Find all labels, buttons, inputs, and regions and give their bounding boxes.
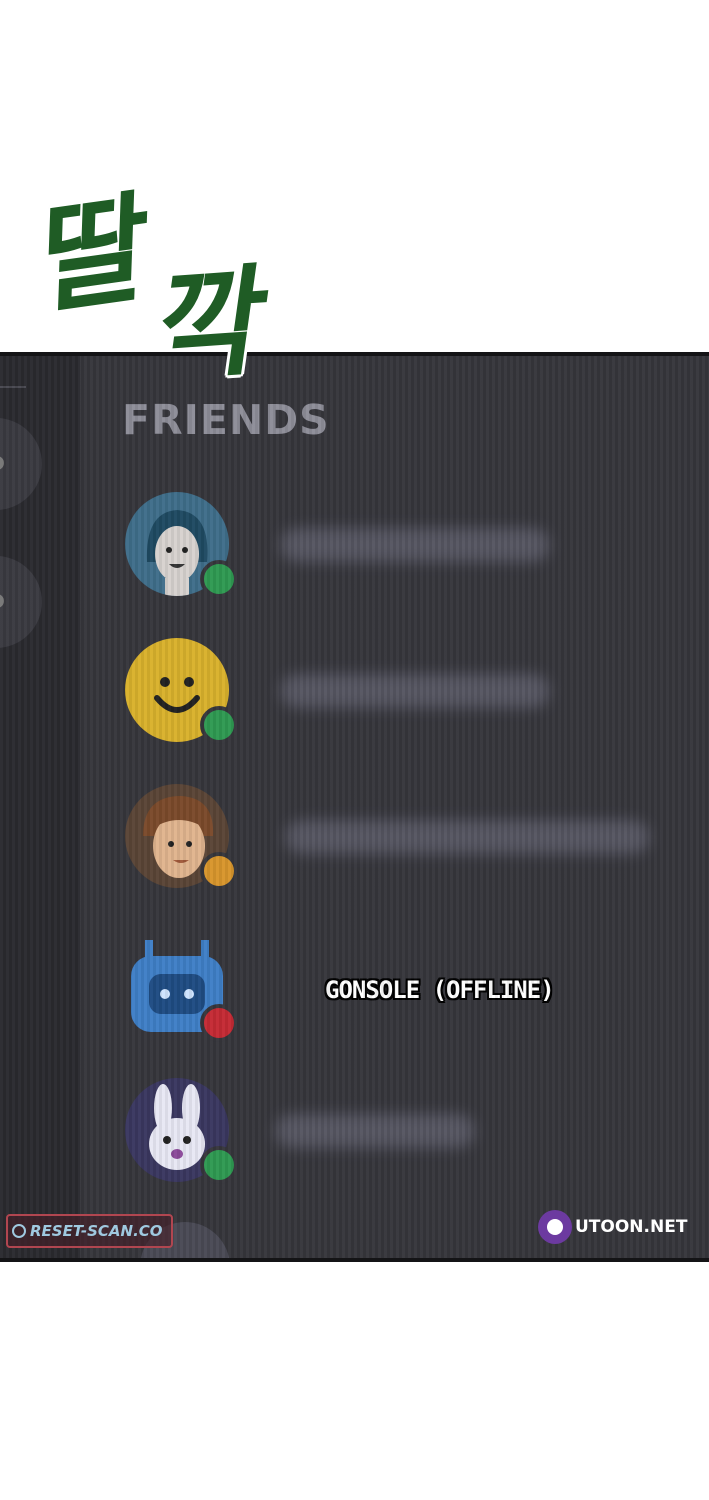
chat-app-screen: FRIENDS GONSOLE (OFFLINE) RESET-SCAN.CO … [0,352,709,1262]
friend-status-label: GONSOLE (OFFLINE) [325,976,555,1004]
sound-effect: 딸 깍 [38,176,330,455]
online-status-dot [200,706,238,744]
watermark-left-text: RESET-SCAN.CO [30,1222,163,1240]
blurred-username [275,1114,475,1148]
sound-effect-part1: 딸 [38,176,151,332]
friend-list-item[interactable] [125,492,665,600]
watermark-right-text: UTOON.NET [575,1217,688,1237]
blurred-username [280,674,550,708]
utoon-logo-icon [538,1210,572,1244]
server-icon[interactable] [0,418,42,510]
server-icon[interactable] [0,556,42,648]
scanlator-watermark: RESET-SCAN.CO [6,1214,173,1248]
site-watermark: UTOON.NET [538,1210,687,1244]
server-rail [0,356,80,1258]
sound-effect-part2: 깍 [148,250,277,398]
friend-list-item[interactable] [125,784,665,892]
rail-divider [0,386,26,388]
online-status-dot [200,1146,238,1184]
idle-status-dot [200,852,238,890]
ring-icon [12,1224,26,1238]
offline-status-dot [200,1004,238,1042]
blurred-username [285,820,650,854]
friend-list-item[interactable] [125,638,665,746]
blurred-username [280,528,550,562]
friend-list-item[interactable]: GONSOLE (OFFLINE) [125,936,665,1044]
friend-list-item[interactable] [125,1078,665,1186]
online-status-dot [200,560,238,598]
